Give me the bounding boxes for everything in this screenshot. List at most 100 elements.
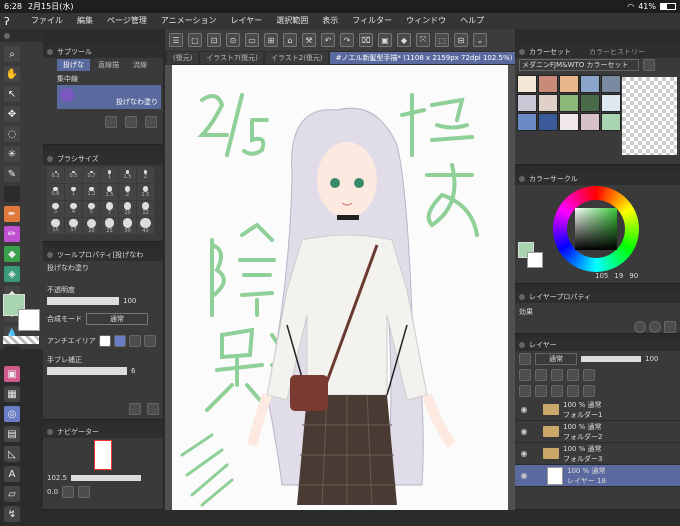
- blend-mode-select[interactable]: 通常: [86, 313, 148, 325]
- effect-border-icon[interactable]: [634, 321, 646, 333]
- layer-ref-icon[interactable]: [535, 369, 547, 381]
- folder-icon[interactable]: ▭: [245, 33, 259, 47]
- magic-wand-icon[interactable]: ✳: [4, 146, 20, 162]
- brush-size-cell[interactable]: 5: [83, 201, 100, 217]
- text-tool-icon[interactable]: A: [4, 466, 20, 482]
- color-swatch[interactable]: [559, 94, 579, 112]
- visibility-eye-icon[interactable]: ◉: [519, 405, 529, 415]
- color-swatch[interactable]: [580, 94, 600, 112]
- ruler-tool-icon[interactable]: ◺: [4, 446, 20, 462]
- subtool-tab-line[interactable]: 直線描: [92, 59, 125, 71]
- pen-tool-icon[interactable]: ✒: [4, 206, 20, 222]
- wheel-sub-color[interactable]: [527, 252, 543, 268]
- transparent-color-swatch[interactable]: [3, 336, 39, 344]
- subtool-copy-button[interactable]: [105, 116, 117, 128]
- brush-size-cell[interactable]: 0.5: [65, 167, 82, 183]
- color-set-settings-icon[interactable]: [643, 59, 655, 71]
- layer-lock-icon[interactable]: [551, 369, 563, 381]
- menu-help[interactable]: ヘルプ: [453, 13, 491, 29]
- effect-tone-icon[interactable]: [649, 321, 661, 333]
- color-swatch[interactable]: [538, 113, 558, 131]
- undo-icon[interactable]: ↶: [321, 33, 335, 47]
- gradient-tool-icon[interactable]: ▦: [4, 386, 20, 402]
- balloon-tool-icon[interactable]: ▱: [4, 486, 20, 502]
- layer-row-folder1[interactable]: ◉ 100 % 通常 フォルダー1: [515, 399, 680, 421]
- lasso-fill-tool-icon[interactable]: ◎: [4, 406, 20, 422]
- collapse-icon[interactable]: ⌄: [473, 33, 487, 47]
- subtool-tab-flow[interactable]: 流線: [127, 59, 153, 71]
- layer-row-layer18[interactable]: ◉ 100 % 通常 レイヤー 18: [515, 465, 680, 487]
- brush-size-cell[interactable]: 0.7: [83, 167, 100, 183]
- tab-illust-7[interactable]: イラスト7(復元): [200, 52, 263, 64]
- tab-restore-1[interactable]: (復元): [167, 52, 199, 64]
- color-swatch[interactable]: [601, 113, 621, 131]
- transparent-swatch-area[interactable]: [622, 77, 677, 155]
- brush-size-cell[interactable]: 0.3: [47, 167, 64, 183]
- tab-illust-2[interactable]: イラスト2(復元): [264, 52, 328, 64]
- color-swatch[interactable]: [559, 75, 579, 93]
- color-swatch[interactable]: [517, 75, 537, 93]
- export-icon[interactable]: ⊙: [226, 33, 240, 47]
- operation-tool-icon[interactable]: ↖: [4, 86, 20, 102]
- layer-color-icon[interactable]: [583, 369, 595, 381]
- drawing-canvas[interactable]: [172, 65, 508, 510]
- brush-size-cell[interactable]: 1: [101, 167, 118, 183]
- brush-size-cell[interactable]: 25: [101, 218, 118, 234]
- brush-size-cell[interactable]: 7: [101, 201, 118, 217]
- pencil-tool-icon[interactable]: ✏: [4, 226, 20, 242]
- app-logo-icon[interactable]: ʔ: [4, 15, 24, 28]
- brush-size-cell[interactable]: 17: [65, 218, 82, 234]
- brush-size-cell[interactable]: 10: [119, 201, 136, 217]
- color-set-tab[interactable]: カラーセット: [529, 47, 571, 57]
- aa-none-button[interactable]: [98, 335, 111, 347]
- brush-size-cell[interactable]: 0.8: [47, 184, 64, 200]
- brush-size-cell[interactable]: 30: [119, 218, 136, 234]
- menu-filter[interactable]: フィルター: [345, 13, 399, 29]
- new-file-icon[interactable]: ▢: [188, 33, 202, 47]
- clear-outside-icon[interactable]: ▣: [378, 33, 392, 47]
- menu-icon[interactable]: ☰: [169, 33, 183, 47]
- move-tool-icon[interactable]: ✥: [4, 106, 20, 122]
- color-swatch[interactable]: [538, 75, 558, 93]
- aa-strong-button[interactable]: [143, 335, 156, 347]
- menu-edit[interactable]: 編集: [70, 13, 100, 29]
- menu-page[interactable]: ページ管理: [100, 13, 154, 29]
- brush-size-cell[interactable]: 1.5: [119, 167, 136, 183]
- menu-animation[interactable]: アニメーション: [154, 13, 224, 29]
- menu-file[interactable]: ファイル: [24, 13, 70, 29]
- rotate-left-icon[interactable]: [62, 486, 75, 498]
- aa-weak-button[interactable]: [113, 335, 126, 347]
- subtool-tab-lasso[interactable]: 投げな: [57, 59, 90, 71]
- new-folder-icon[interactable]: [551, 385, 563, 397]
- ruler-icon[interactable]: ⊟: [454, 33, 468, 47]
- color-swatch[interactable]: [580, 75, 600, 93]
- delete-layer-icon[interactable]: [583, 385, 595, 397]
- zoom-tool-icon[interactable]: ⌕: [4, 46, 20, 62]
- brush-size-cell[interactable]: 20: [83, 218, 100, 234]
- layer-mask-icon[interactable]: [519, 353, 531, 365]
- rotate-right-icon[interactable]: [78, 486, 91, 498]
- visibility-eye-icon[interactable]: ◉: [519, 471, 529, 481]
- color-swatch[interactable]: [580, 113, 600, 131]
- subtool-item-lasso-fill[interactable]: 投げなわ塗り: [57, 85, 161, 109]
- tool-property-settings-icon[interactable]: [147, 403, 159, 415]
- effect-color-icon[interactable]: [664, 321, 676, 333]
- brush-size-cell[interactable]: 2: [119, 184, 136, 200]
- stabilization-slider[interactable]: [47, 367, 127, 375]
- brush-size-cell[interactable]: 1.5: [101, 184, 118, 200]
- color-history-tab[interactable]: カラーヒストリー: [589, 47, 645, 57]
- color-swatch[interactable]: [601, 94, 621, 112]
- color-swatch[interactable]: [517, 113, 537, 131]
- visibility-eye-icon[interactable]: ◉: [519, 449, 529, 459]
- sub-color-swatch[interactable]: [18, 309, 40, 331]
- brush-size-cell[interactable]: 1.2: [83, 184, 100, 200]
- color-swatch[interactable]: [559, 113, 579, 131]
- brush-tool-icon[interactable]: ◆: [4, 246, 20, 262]
- layer-lock-alpha-icon[interactable]: [567, 369, 579, 381]
- new-vector-layer-icon[interactable]: [535, 385, 547, 397]
- correct-line-tool-icon[interactable]: ↯: [4, 506, 20, 522]
- layer-clip-icon[interactable]: [519, 369, 531, 381]
- redo-icon[interactable]: ↷: [340, 33, 354, 47]
- fill-icon[interactable]: ◆: [397, 33, 411, 47]
- brush-size-cell[interactable]: 12: [137, 201, 154, 217]
